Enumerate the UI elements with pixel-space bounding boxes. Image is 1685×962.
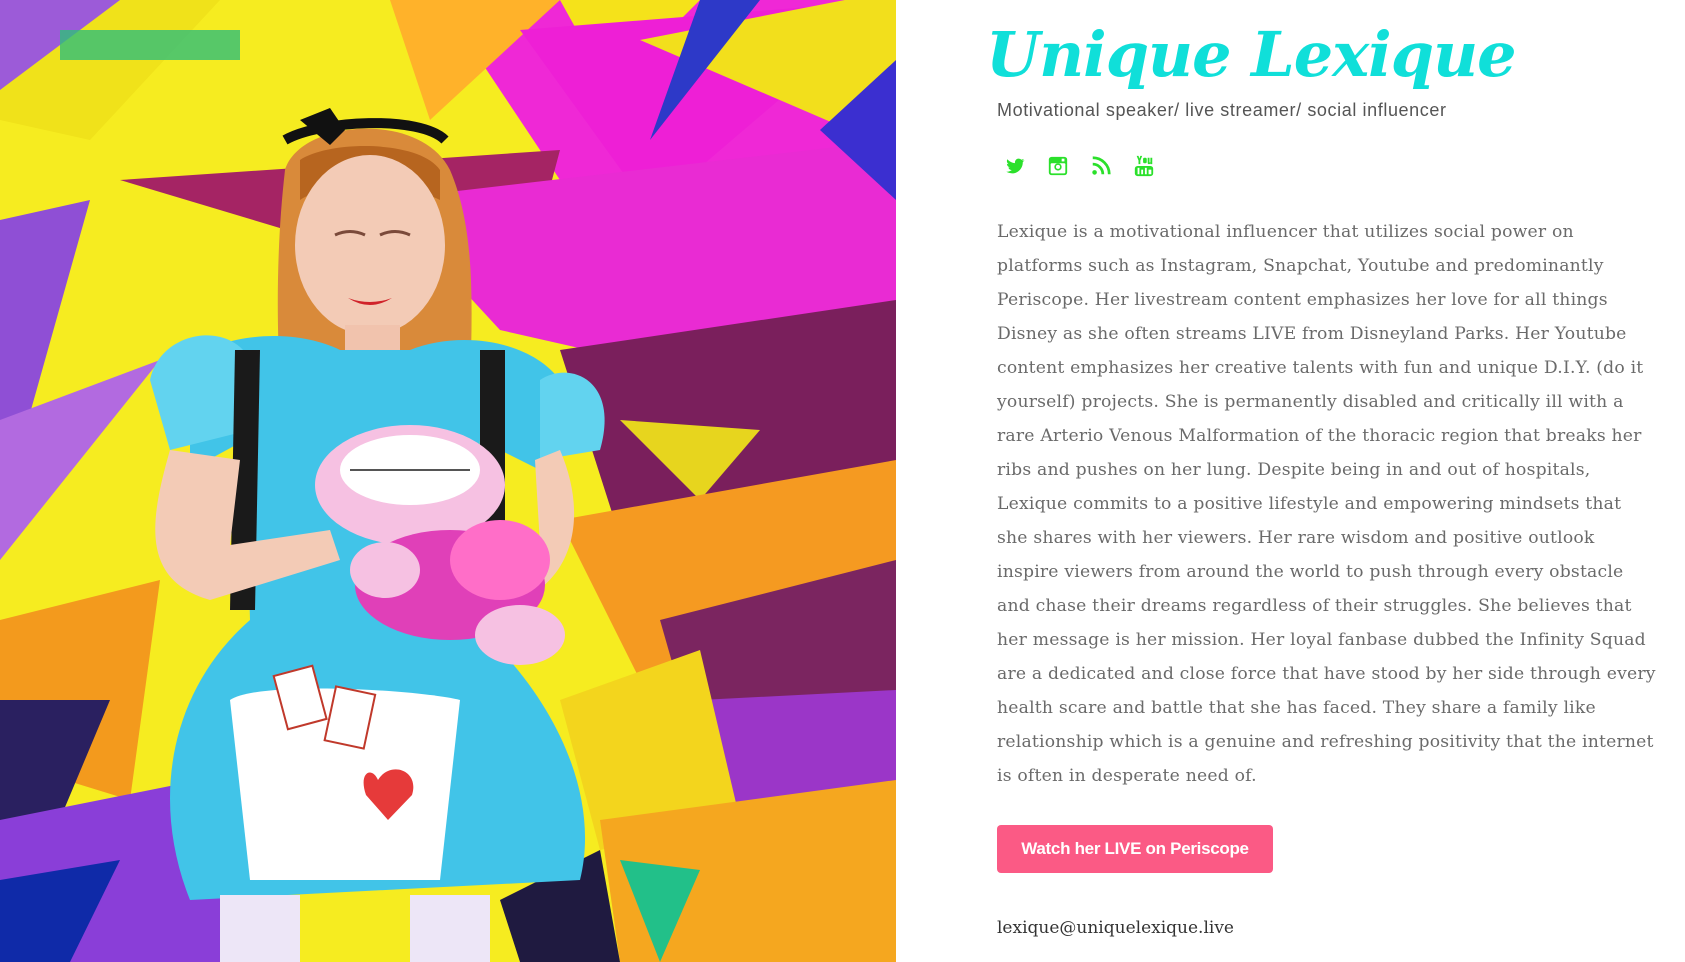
youtube-link[interactable] [1133,155,1155,177]
hero-photo [0,0,896,962]
profile-content: Unique Lexique Motivational speaker/ liv… [986,0,1656,962]
instagram-link[interactable] [1047,155,1069,177]
site-subtitle: Motivational speaker/ live streamer/ soc… [997,100,1447,120]
instagram-icon [1048,156,1068,176]
bio-paragraph: Lexique is a motivational influencer tha… [997,222,1656,786]
site-title: Unique Lexique [986,18,1517,91]
twitter-link[interactable] [1004,155,1026,177]
hero-photo-illustration [0,0,896,962]
rss-link[interactable] [1090,155,1112,177]
twitter-icon [1006,158,1025,174]
social-links [1004,155,1155,177]
page: Unique Lexique Motivational speaker/ liv… [0,0,1685,962]
youtube-icon [1134,155,1154,177]
watch-periscope-button[interactable]: Watch her LIVE on Periscope [997,825,1273,873]
contact-email-link[interactable]: lexique@uniquelexique.live [997,918,1234,938]
rss-icon [1092,156,1111,175]
